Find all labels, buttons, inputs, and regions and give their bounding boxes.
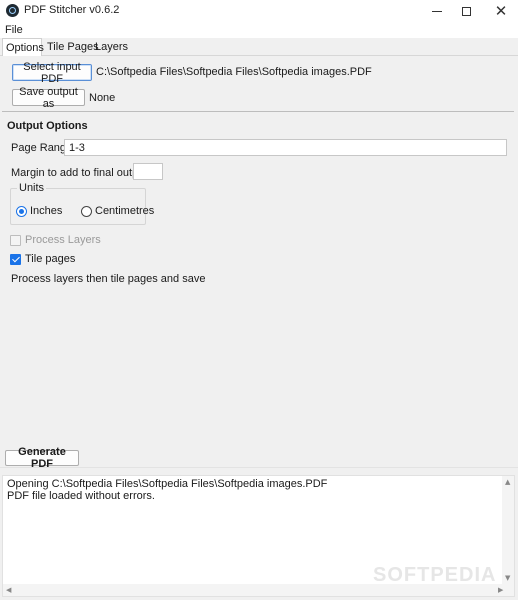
minimize-icon (432, 10, 442, 12)
close-icon: ✕ (494, 1, 508, 20)
tab-bar: Options Tile Pages Layers (0, 38, 518, 57)
scroll-left-icon[interactable]: ◀ (6, 586, 11, 594)
generate-pdf-button[interactable]: Generate PDF (5, 446, 79, 470)
menu-file[interactable]: File (5, 24, 23, 36)
units-title: Units (17, 182, 47, 194)
tab-layers[interactable]: Layers (92, 40, 131, 56)
checkbox-checked-icon (10, 253, 21, 265)
process-info-text: Process layers then tile pages and save (11, 273, 206, 285)
radio-inches[interactable]: Inches (16, 205, 62, 217)
log-line: Opening C:\Softpedia Files\Softpedia Fil… (7, 478, 328, 490)
vertical-scrollbar[interactable]: ▲ ▼ (502, 476, 514, 584)
divider (2, 111, 514, 112)
radio-inches-label: Inches (30, 205, 63, 217)
input-path: C:\Softpedia Files\Softpedia Files\Softp… (96, 66, 372, 78)
maximize-icon (461, 6, 471, 16)
menu-bar: File (0, 22, 518, 38)
options-panel: Select input PDF C:\Softpedia Files\Soft… (2, 56, 514, 466)
log-output[interactable]: Opening C:\Softpedia Files\Softpedia Fil… (2, 475, 515, 597)
radio-unselected-icon (81, 205, 92, 217)
scroll-down-icon[interactable]: ▼ (505, 574, 510, 582)
tile-pages-label: Tile pages (25, 253, 76, 265)
save-output-button[interactable]: Save output as (12, 86, 85, 110)
log-line: PDF file loaded without errors. (7, 490, 155, 502)
page-range-input[interactable]: 1-3 (64, 139, 507, 156)
maximize-button[interactable] (449, 0, 483, 22)
scroll-right-icon[interactable]: ▶ (498, 586, 503, 594)
section-title: Output Options (7, 120, 88, 132)
process-layers-checkbox[interactable]: Process Layers (10, 234, 101, 246)
divider (0, 467, 518, 468)
radio-centimetres-label: Centimetres (95, 205, 155, 217)
horizontal-scrollbar[interactable]: ◀ ▶ (3, 584, 514, 596)
margin-label: Margin to add to final output: (11, 167, 151, 179)
scroll-up-icon[interactable]: ▲ (505, 478, 510, 486)
title-bar: PDF Stitcher v0.6.2 ✕ (0, 0, 518, 22)
app-icon (6, 4, 19, 17)
tile-pages-checkbox[interactable]: Tile pages (10, 253, 75, 265)
window-title: PDF Stitcher v0.6.2 (24, 4, 120, 16)
tab-options[interactable]: Options (2, 38, 44, 57)
radio-selected-icon (16, 205, 27, 217)
margin-input[interactable] (133, 163, 163, 180)
select-input-pdf-button[interactable]: Select input PDF (12, 61, 92, 85)
output-path: None (89, 92, 116, 104)
radio-centimetres[interactable]: Centimetres (81, 205, 154, 217)
process-layers-label: Process Layers (25, 234, 101, 246)
units-group: Units Inches Centimetres (10, 182, 154, 225)
close-button[interactable]: ✕ (484, 0, 518, 22)
checkbox-unchecked-icon (10, 234, 21, 246)
